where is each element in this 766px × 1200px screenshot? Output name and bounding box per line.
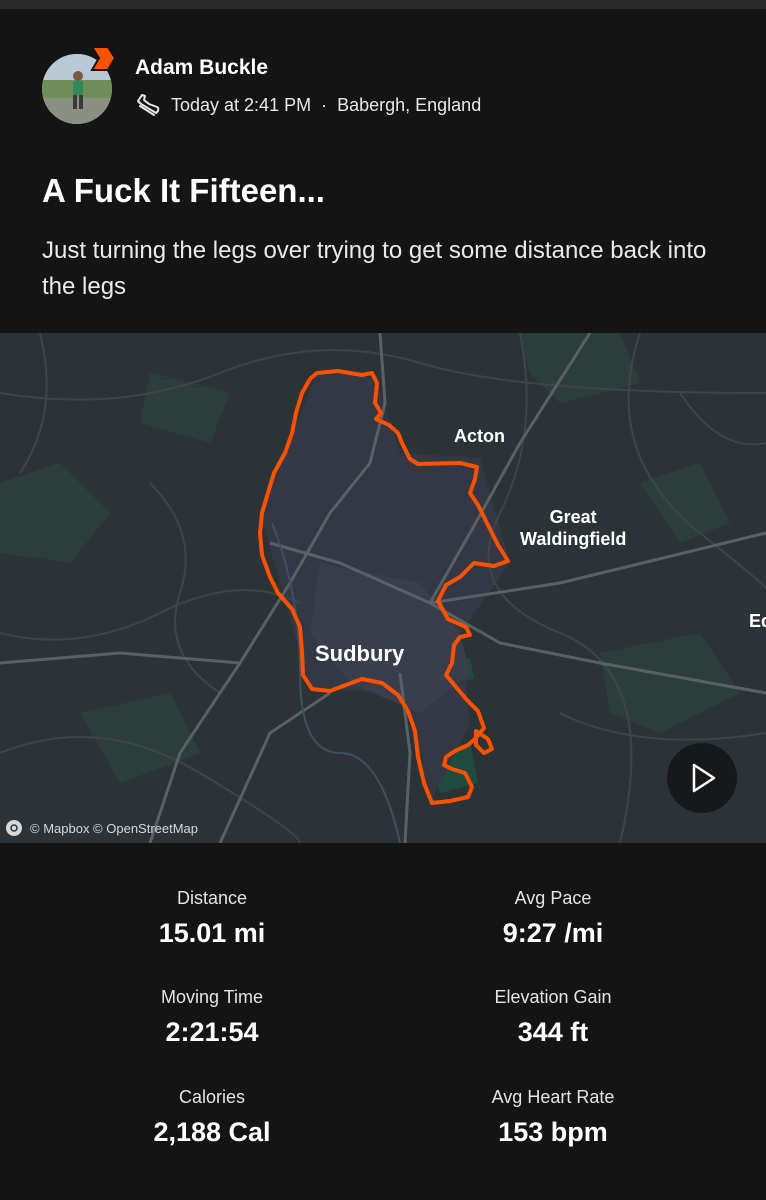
subscriber-chevron-icon	[90, 46, 117, 71]
stat-elevation-gain: Elevation Gain 344 ft	[383, 987, 723, 1048]
stat-moving-time: Moving Time 2:21:54	[42, 987, 382, 1048]
stat-value: 2,188 Cal	[153, 1117, 271, 1147]
stat-label: Avg Pace	[514, 888, 592, 908]
top-status-strip	[0, 0, 766, 9]
map-label-sudbury: Sudbury	[315, 641, 405, 666]
stat-label: Moving Time	[160, 987, 264, 1007]
stat-value: 15.01 mi	[158, 918, 266, 948]
map-canvas	[0, 333, 766, 843]
stat-value: 9:27 /mi	[502, 918, 604, 948]
stat-label: Elevation Gain	[494, 987, 612, 1007]
stat-value: 2:21:54	[165, 1017, 259, 1047]
mapbox-logo-icon[interactable]	[6, 820, 22, 836]
map-label-edge: Ed	[749, 611, 766, 631]
attribution-text[interactable]: © Mapbox © OpenStreetMap	[30, 821, 198, 836]
stat-calories: Calories 2,188 Cal	[42, 1087, 382, 1148]
stat-distance: Distance 15.01 mi	[42, 888, 382, 949]
stat-label: Distance	[176, 888, 248, 908]
activity-description: Just turning the legs over trying to get…	[42, 237, 707, 300]
stat-value: 344 ft	[517, 1017, 589, 1047]
athlete-name[interactable]: Adam Buckle	[135, 56, 268, 80]
activity-title[interactable]: A Fuck It Fifteen...	[42, 172, 325, 210]
meta-separator: ·	[321, 94, 328, 115]
map-label-line: Great	[549, 507, 597, 527]
map-label-line: Waldingfield	[520, 529, 627, 549]
map-label-great-waldingfield: Great Waldingfield	[520, 506, 626, 550]
map-label-acton: Acton	[454, 426, 505, 446]
route-map[interactable]: Acton Great Waldingfield Sudbury Ed © Ma…	[0, 333, 766, 843]
stat-value: 153 bpm	[498, 1117, 608, 1147]
activity-timestamp: Today at 2:41 PM	[171, 94, 312, 115]
stat-label: Avg Heart Rate	[491, 1087, 615, 1107]
running-shoe-icon	[137, 94, 160, 116]
activity-location: Babergh, England	[337, 94, 482, 115]
stat-avg-heart-rate: Avg Heart Rate 153 bpm	[383, 1087, 723, 1148]
stat-avg-pace: Avg Pace 9:27 /mi	[383, 888, 723, 949]
map-attribution[interactable]: © Mapbox © OpenStreetMap	[6, 820, 198, 836]
stat-label: Calories	[178, 1087, 246, 1107]
activity-meta: Today at 2:41 PM · Babergh, England	[135, 92, 481, 118]
play-flyover-button[interactable]	[667, 743, 737, 813]
play-icon	[692, 763, 716, 793]
